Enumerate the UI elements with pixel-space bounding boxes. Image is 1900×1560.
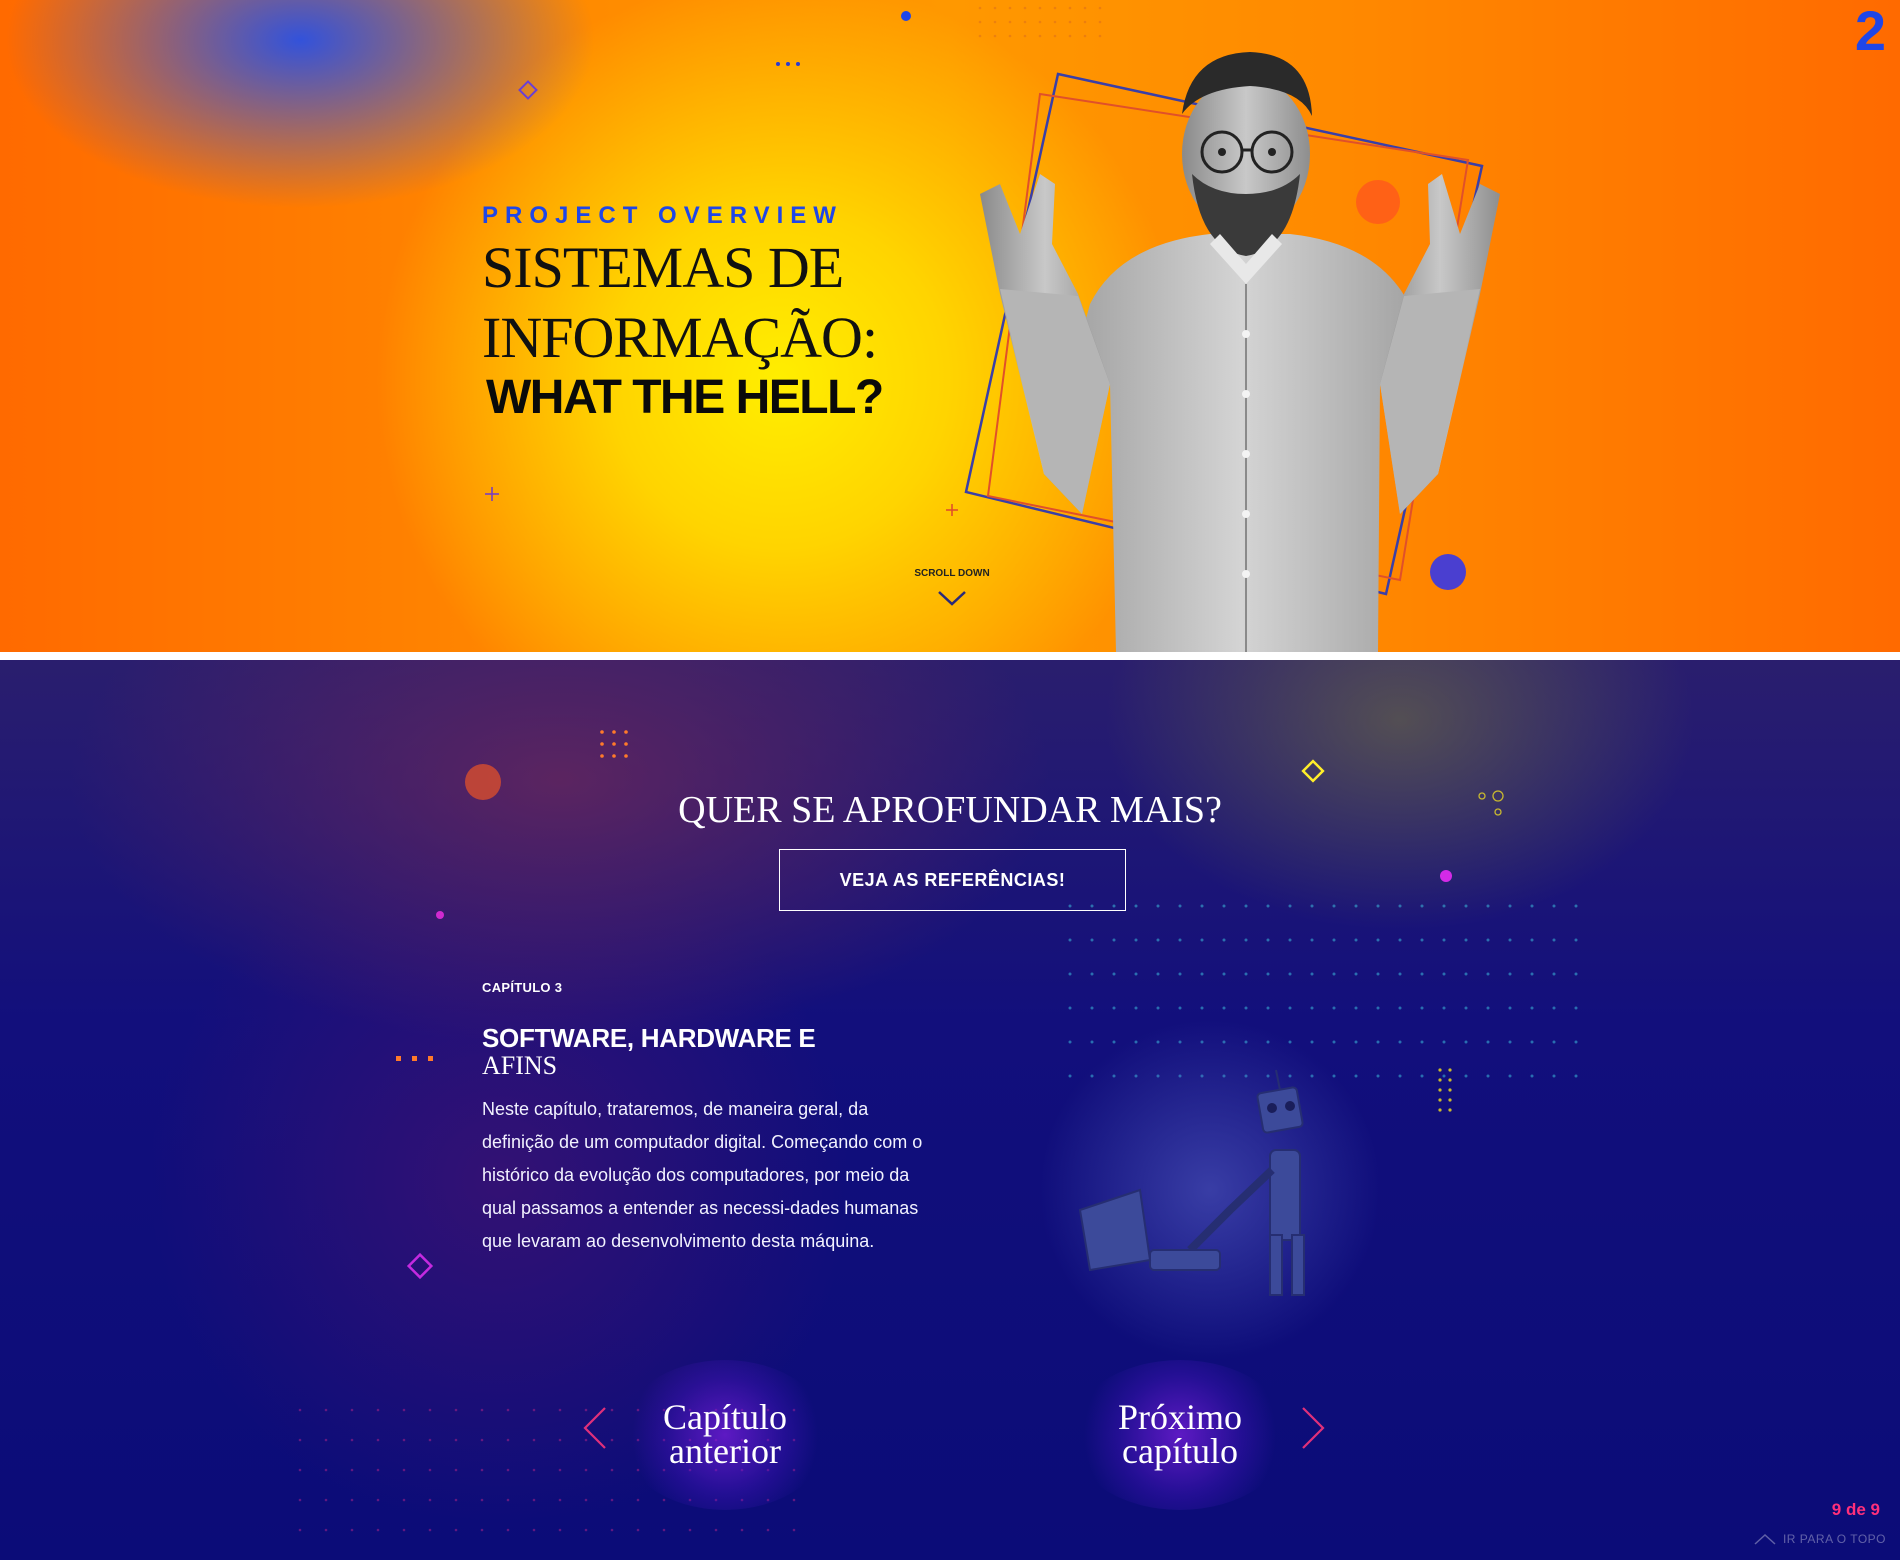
page-counter: 9 de 9 — [1831, 1500, 1880, 1519]
chapter-description: Neste capítulo, trataremos, de maneira g… — [482, 1099, 923, 1251]
next-line2: capítulo — [1122, 1431, 1238, 1471]
references-button[interactable]: VEJA AS REFERÊNCIAS! — [779, 849, 1126, 911]
page-number: 2 — [1854, 0, 1886, 62]
chevron-up-icon — [1754, 1533, 1776, 1545]
robot-illustration — [1040, 1020, 1380, 1360]
chevron-right-icon[interactable] — [1300, 1405, 1326, 1451]
hero-section: 2 PROJECT OVERVIEW SISTEMAS DE INFORMAÇÃ… — [0, 0, 1900, 652]
cta-heading: QUER SE APROFUNDAR MAIS? — [0, 788, 1900, 832]
chapter-label: CAPÍTULO 3 — [482, 980, 563, 995]
previous-chapter-link[interactable]: Capítulo anterior — [630, 1397, 820, 1471]
chapter-title: SOFTWARE, HARDWARE E — [482, 1023, 816, 1053]
hero-eyebrow: PROJECT OVERVIEW — [482, 202, 843, 229]
references-section: QUER SE APROFUNDAR MAIS? VEJA AS REFERÊN… — [0, 660, 1900, 1560]
back-to-top-label: IR PARA O TOPO — [1782, 1532, 1886, 1546]
next-line1: Próximo — [1117, 1397, 1242, 1437]
chapter-subtitle: AFINS — [482, 1051, 558, 1080]
hero-title-line2: INFORMAÇÃO: — [482, 305, 878, 370]
chevron-left-icon[interactable] — [582, 1405, 608, 1451]
back-to-top-link[interactable]: IR PARA O TOPO — [1753, 1532, 1886, 1546]
hero-title-line1: SISTEMAS DE — [482, 235, 844, 300]
cta-title-highlight: SE APROFUNDAR — [791, 789, 1101, 831]
chapter-block: CAPÍTULO 3 SOFTWARE, HARDWARE E AFINS Ne… — [482, 980, 942, 1258]
cta-title-part1: QUER — [678, 789, 792, 831]
hero-person-image — [980, 52, 1500, 652]
cta-title-part2: MAIS? — [1100, 789, 1222, 831]
chevron-down-icon[interactable] — [936, 588, 968, 608]
hero-decorations — [485, 6, 1484, 596]
hero-title-bold: WHAT THE HELL? — [486, 371, 884, 424]
scroll-down-label[interactable]: SCROLL DOWN — [912, 568, 992, 579]
prev-line1: Capítulo — [663, 1397, 787, 1437]
hero-text-block: PROJECT OVERVIEW SISTEMAS DE INFORMAÇÃO:… — [482, 202, 884, 425]
next-chapter-link[interactable]: Próximo capítulo — [1080, 1397, 1280, 1471]
prev-line2: anterior — [669, 1431, 781, 1471]
